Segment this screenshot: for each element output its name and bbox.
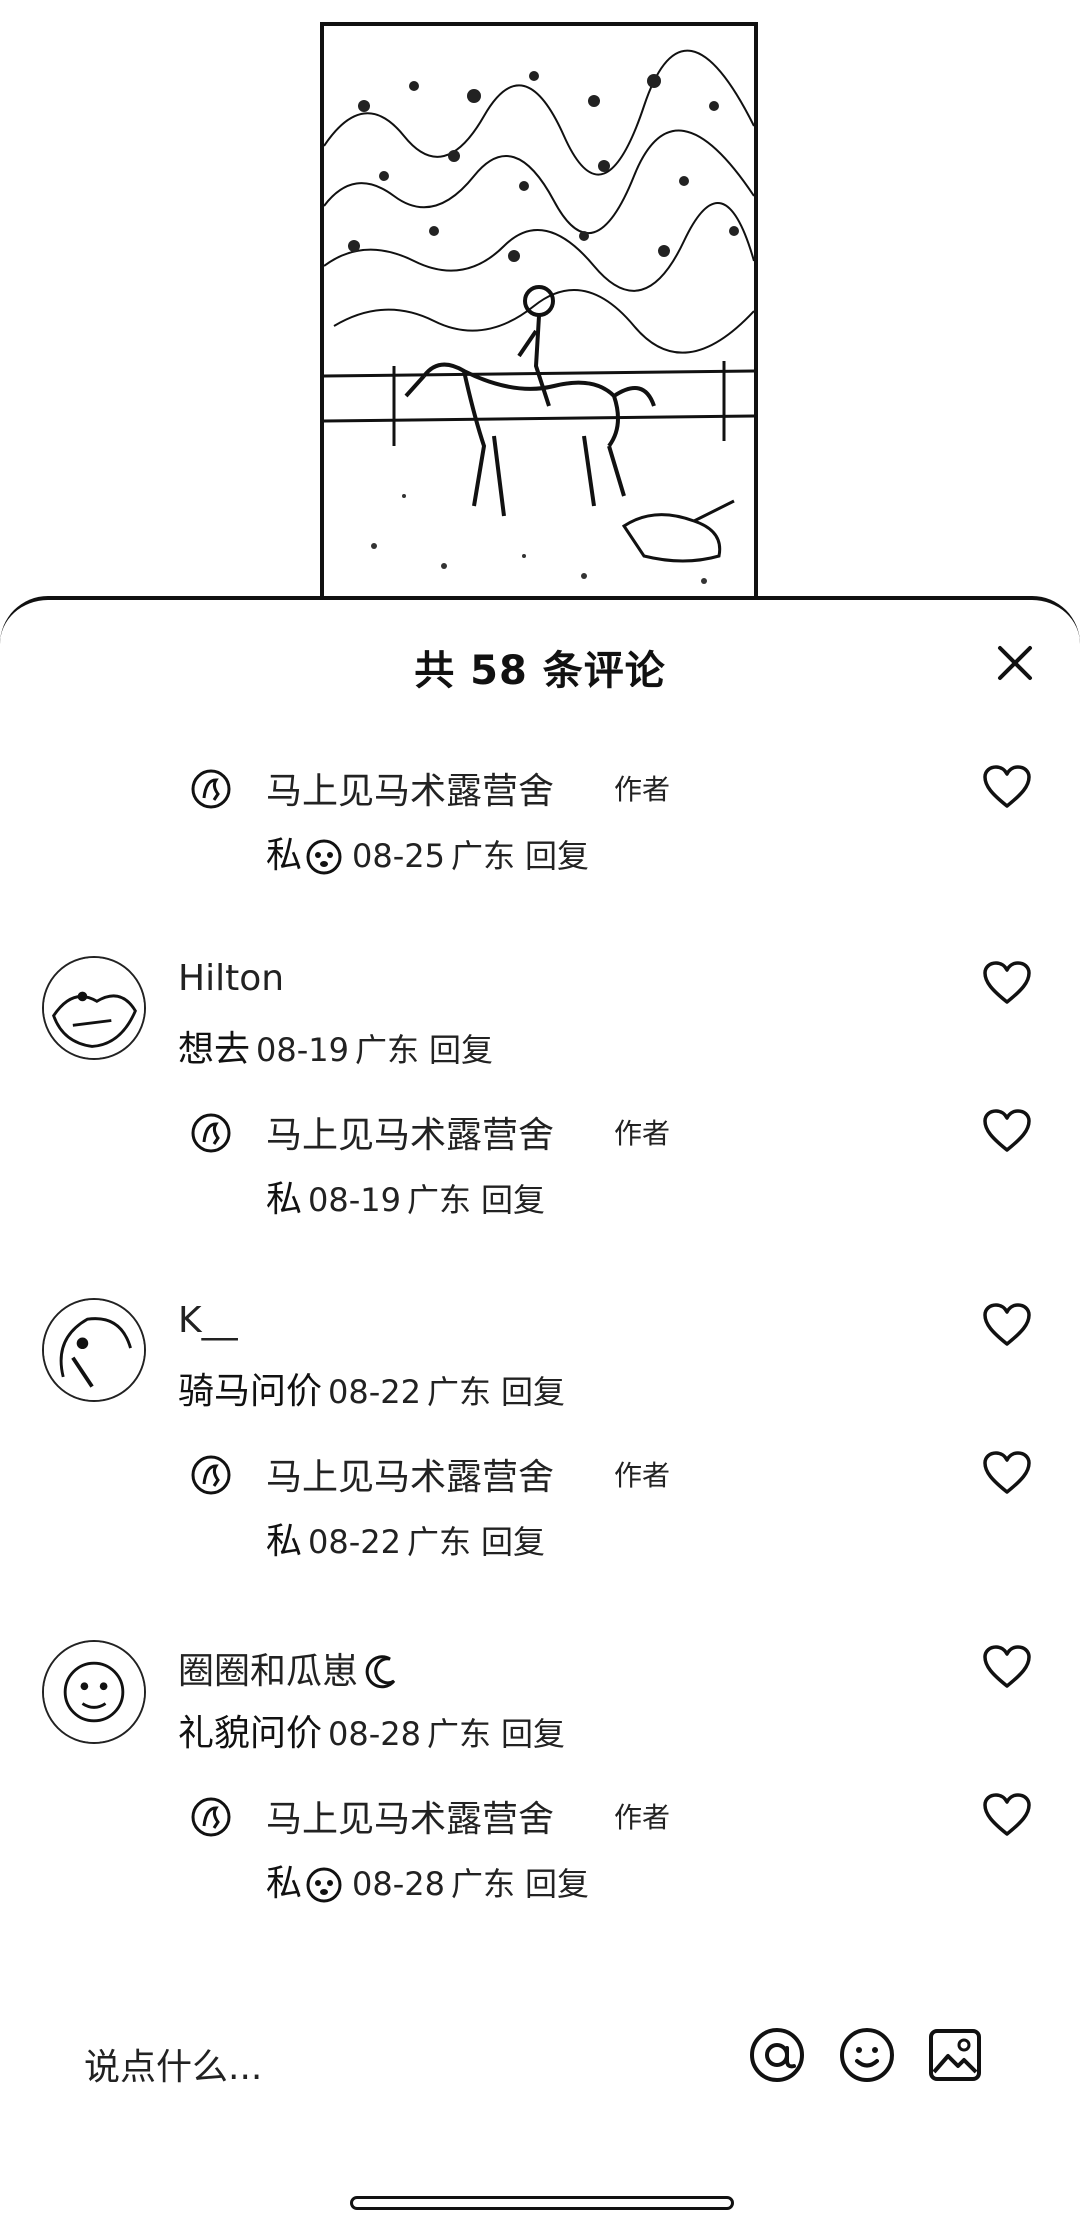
comment-author-name[interactable]: 马上见马术露营舍: [266, 1448, 554, 1500]
comment-author-name[interactable]: 马上见马术露营舍: [266, 1790, 554, 1842]
comment-location: 广东: [451, 837, 516, 875]
at-icon: [750, 2028, 804, 2082]
comment-location: 广东: [427, 1715, 492, 1753]
heart-icon: [983, 1645, 1031, 1688]
video-preview[interactable]: [320, 22, 758, 610]
comment-body: 骑马问价 08-22 广东 回复: [178, 1362, 565, 1414]
comment-text: 礼貌问价: [178, 1713, 323, 1754]
author-avatar[interactable]: [190, 1112, 232, 1154]
reply-button[interactable]: 回复: [525, 837, 589, 875]
heart-icon: [983, 1793, 1031, 1836]
app-root: 共 58 条评论 马上见马术露营舍 作者 私 08-25 广东 回复 Hilton 想…: [0, 0, 1080, 2235]
emoji-button[interactable]: [838, 2026, 896, 2084]
comment-author-name[interactable]: 马上见马术露营舍: [266, 762, 554, 814]
moon-emoji-icon: [365, 1655, 396, 1689]
reply-button[interactable]: 回复: [481, 1181, 545, 1219]
comment-body: 私 08-22 广东 回复: [266, 1512, 545, 1564]
comment-text: 想去: [178, 1029, 251, 1070]
like-button[interactable]: [982, 1302, 1032, 1348]
user-avatar[interactable]: [42, 956, 146, 1060]
comment-text: 私: [266, 1179, 303, 1220]
comment-text: 私: [266, 835, 303, 876]
comment-location: 广东: [407, 1181, 472, 1219]
comment-body: 礼貌问价 08-28 广东 回复: [178, 1704, 565, 1756]
comment-date: 08-28: [352, 1865, 445, 1903]
author-avatar[interactable]: [190, 1796, 232, 1838]
like-button[interactable]: [982, 1450, 1032, 1496]
reply-button[interactable]: 回复: [525, 1865, 589, 1903]
reply-button[interactable]: 回复: [501, 1373, 565, 1411]
comment-author-name[interactable]: 圈圈和瓜崽: [178, 1642, 402, 1694]
like-button[interactable]: [982, 1792, 1032, 1838]
mention-button[interactable]: [748, 2026, 806, 2084]
comment-location: 广东: [355, 1031, 420, 1069]
like-button[interactable]: [982, 960, 1032, 1006]
heart-icon: [983, 765, 1031, 808]
author-badge: 作者: [614, 1117, 671, 1150]
user-avatar[interactable]: [42, 1298, 146, 1402]
comment-text: 私: [266, 1521, 303, 1562]
comment-date: 08-22: [328, 1373, 421, 1411]
comment-date: 08-19: [256, 1031, 349, 1069]
author-badge: 作者: [614, 1459, 671, 1492]
emoji-icon: [306, 839, 342, 875]
comment-body: 私 08-28 广东 回复: [266, 1854, 589, 1906]
author-badge: 作者: [614, 773, 671, 806]
comment-author-name[interactable]: K__: [178, 1300, 238, 1341]
comment-body: 私 08-19 广东 回复: [266, 1170, 545, 1222]
author-avatar[interactable]: [190, 768, 232, 810]
comment-body: 私 08-25 广东 回复: [266, 826, 589, 878]
reply-button[interactable]: 回复: [429, 1031, 493, 1069]
comment-date: 08-22: [308, 1523, 401, 1561]
comment-location: 广东: [427, 1373, 492, 1411]
comment-author-name-text: 圈圈和瓜崽: [178, 1651, 359, 1692]
heart-icon: [983, 1451, 1031, 1494]
emoji-icon: [306, 1867, 342, 1903]
horse-rider-image: [324, 26, 754, 606]
heart-icon: [983, 1303, 1031, 1346]
close-button[interactable]: [990, 638, 1040, 688]
comment-text: 私: [266, 1863, 303, 1904]
comment-author-name[interactable]: Hilton: [178, 958, 284, 999]
close-icon: [998, 646, 1032, 680]
image-button[interactable]: [926, 2026, 984, 2084]
comment-location: 广东: [407, 1523, 472, 1561]
author-avatar[interactable]: [190, 1454, 232, 1496]
author-badge: 作者: [614, 1801, 671, 1834]
reply-button[interactable]: 回复: [501, 1715, 565, 1753]
comment-location: 广东: [451, 1865, 516, 1903]
heart-icon: [983, 1109, 1031, 1152]
heart-icon: [983, 961, 1031, 1004]
smile-icon: [840, 2028, 894, 2082]
like-button[interactable]: [982, 764, 1032, 810]
like-button[interactable]: [982, 1108, 1032, 1154]
comment-author-name[interactable]: 马上见马术露营舍: [266, 1106, 554, 1158]
like-button[interactable]: [982, 1644, 1032, 1690]
comment-date: 08-25: [352, 837, 445, 875]
comment-input[interactable]: 说点什么...: [84, 2038, 262, 2090]
image-icon: [929, 2029, 981, 2081]
comment-date: 08-28: [328, 1715, 421, 1753]
home-indicator[interactable]: [350, 2196, 734, 2210]
comment-text: 骑马问价: [178, 1371, 323, 1412]
user-avatar[interactable]: [42, 1640, 146, 1744]
sheet-title: 共 58 条评论: [414, 648, 666, 694]
comment-body: 想去 08-19 广东 回复: [178, 1020, 493, 1072]
reply-button[interactable]: 回复: [481, 1523, 545, 1561]
comment-date: 08-19: [308, 1181, 401, 1219]
